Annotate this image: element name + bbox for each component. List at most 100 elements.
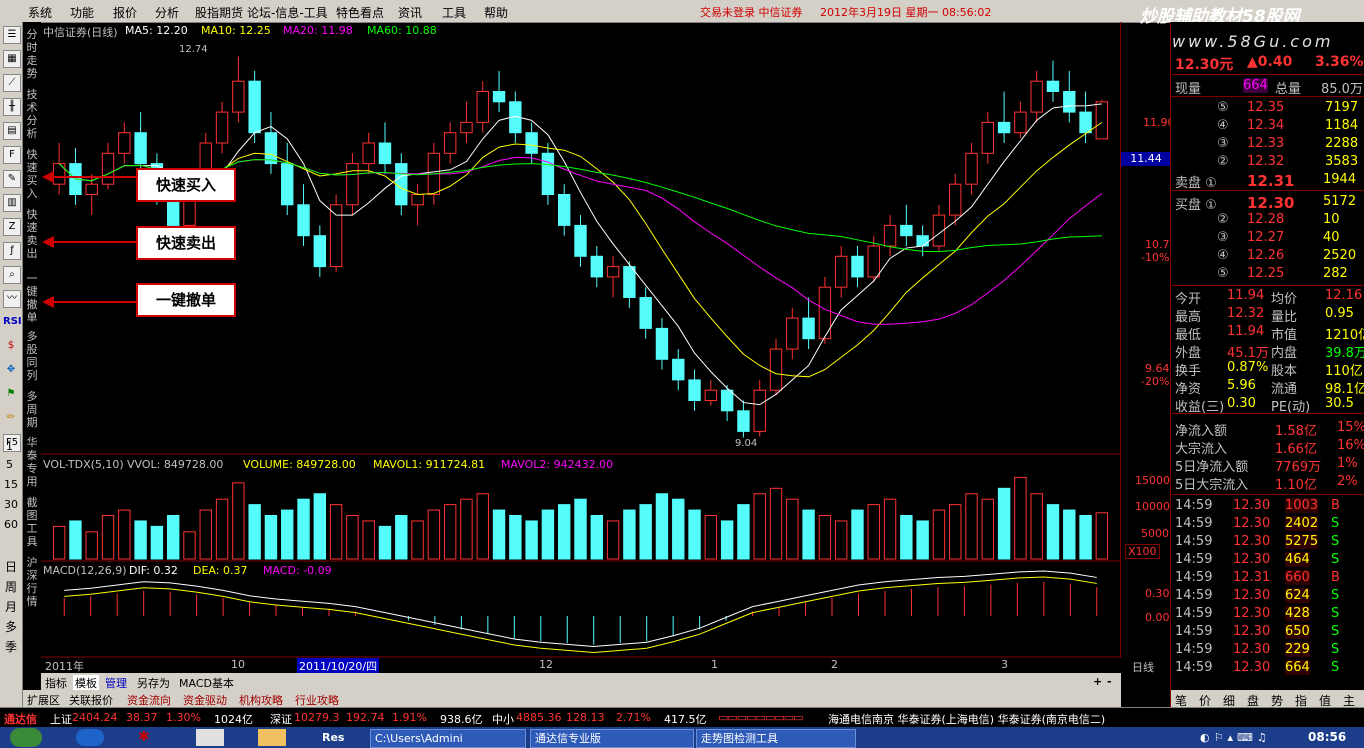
app-icon-1[interactable]	[76, 729, 104, 746]
tab-info-factory[interactable]: 资讯工场	[1123, 692, 1167, 708]
tab-indicator[interactable]: 指标	[45, 675, 67, 691]
period-15[interactable]: 15	[4, 478, 18, 491]
tray-icons[interactable]: ◐⚐▴⌨♫	[1200, 731, 1271, 744]
candle-body	[981, 121, 995, 154]
tab-related-quote[interactable]: 关联报价	[69, 692, 113, 708]
volume-bar	[101, 515, 115, 560]
period-1[interactable]: 1	[6, 440, 13, 453]
grid-icon[interactable]: ▦	[3, 50, 21, 68]
kline-chart[interactable]: 中信证券(日线) MA5: 12.20 MA10: 12.25 MA20: 11…	[41, 22, 1120, 658]
tab-industry[interactable]: 行业攻略	[295, 692, 339, 708]
tab-cancel-order[interactable]: 一键撤单	[25, 272, 39, 324]
candle-body	[346, 163, 359, 206]
list-icon[interactable]: ☰	[3, 26, 21, 44]
period-60[interactable]: 60	[4, 518, 18, 531]
period-quarter[interactable]: 季	[5, 638, 17, 655]
period-day[interactable]: 日	[5, 558, 17, 575]
candle-body	[476, 91, 489, 123]
period-5[interactable]: 5	[6, 458, 13, 471]
task-tdx[interactable]: 通达信专业版	[530, 729, 694, 748]
price-header: 12.30元 ▲0.40 3.36%	[1175, 54, 1364, 73]
stat-value: 11.94	[1227, 324, 1265, 339]
signal-bar-icon: ▭▭▭▭▭▭▭▭▭	[718, 711, 804, 724]
buy-price: 12.30	[1247, 194, 1295, 212]
plus-button[interactable]: +	[1093, 675, 1102, 688]
tab-capital-drive[interactable]: 资金驱动	[183, 692, 227, 708]
tab-intraday[interactable]: 分时走势	[25, 28, 39, 80]
tick-row: 14:59 12.30 428 S	[1175, 606, 1363, 624]
stat-row: 换手 0.87% 股本 110亿	[1175, 360, 1363, 379]
tab-manage[interactable]: 管理	[105, 675, 127, 691]
arrowhead-cancel-icon	[42, 296, 54, 308]
task-res[interactable]: Res	[318, 729, 368, 746]
task-explorer[interactable]: C:\Users\Admini	[370, 729, 526, 748]
volume-bar	[720, 520, 734, 560]
tab-macd-basic[interactable]: MACD基本	[179, 675, 234, 691]
candle-body	[1095, 101, 1109, 140]
stat-label: 股本	[1271, 364, 1298, 379]
volume-bar	[932, 509, 946, 560]
doc-icon[interactable]: ▥	[3, 194, 21, 212]
tab-quick-buy[interactable]: 快速买入	[25, 148, 39, 200]
menu-tools[interactable]: 工具	[442, 4, 466, 21]
tab-multi-stock[interactable]: 多股同列	[25, 330, 39, 382]
menu-help[interactable]: 帮助	[484, 4, 508, 21]
menu-forum[interactable]: 论坛-信息-工具	[247, 4, 328, 21]
menu-futures[interactable]: 股指期货	[195, 4, 243, 21]
total-vol-value: 85.0万	[1321, 82, 1363, 97]
tab-screenshot[interactable]: 截图工具	[25, 496, 39, 548]
menu-function[interactable]: 功能	[70, 4, 94, 21]
table-icon[interactable]: ▤	[3, 122, 21, 140]
menu-news[interactable]: 资讯	[398, 4, 422, 21]
tick-volume: 229	[1285, 642, 1310, 657]
tab-market[interactable]: 沪深行情	[25, 556, 39, 608]
wave-icon[interactable]: 〰	[3, 290, 21, 308]
app-icon-3[interactable]	[196, 729, 224, 746]
flag-icon[interactable]: ⚑	[3, 386, 19, 402]
login-status: 交易未登录 中信证券	[700, 6, 803, 19]
period-month[interactable]: 月	[5, 598, 17, 615]
stat-label: 换手	[1175, 364, 1202, 379]
ma10-label: MA10: 12.25	[201, 24, 271, 37]
line-chart-icon[interactable]: ⟋	[3, 74, 21, 92]
move-icon[interactable]: ✥	[3, 362, 19, 378]
zero-button[interactable]: 0	[1121, 675, 1129, 688]
period-label: 日线	[1132, 661, 1154, 674]
volume-bar	[997, 487, 1011, 560]
note-icon[interactable]: ✎	[3, 170, 21, 188]
money-icon[interactable]: $	[3, 338, 19, 354]
volume-bar	[916, 520, 929, 560]
volume-bar	[411, 520, 424, 560]
fx-icon[interactable]: ƒ	[3, 242, 21, 260]
stat-value: 1210亿	[1325, 328, 1364, 343]
tab-save-as[interactable]: 另存为	[137, 675, 170, 691]
app-icon-4[interactable]	[258, 729, 286, 746]
minus-button[interactable]: -	[1107, 675, 1112, 688]
menu-features[interactable]: 特色看点	[336, 4, 384, 21]
search-icon[interactable]: ⌕	[3, 266, 21, 284]
pencil-icon[interactable]: ✏	[3, 410, 19, 426]
f10-icon[interactable]: F	[3, 146, 21, 164]
tab-huatai[interactable]: 华泰专用	[25, 436, 39, 488]
tab-technical[interactable]: 技术分析	[25, 88, 39, 140]
menu-quote[interactable]: 报价	[113, 4, 137, 21]
stat-label: 今开	[1175, 292, 1202, 307]
period-30[interactable]: 30	[4, 498, 18, 511]
tab-institution[interactable]: 机构攻略	[239, 692, 283, 708]
rsi-icon[interactable]: RSI	[3, 314, 22, 330]
start-icon[interactable]	[10, 728, 42, 747]
period-week[interactable]: 周	[5, 578, 17, 595]
menu-analysis[interactable]: 分析	[155, 4, 179, 21]
volume-bar	[802, 509, 815, 560]
period-multi[interactable]: 多	[5, 618, 17, 635]
kline-icon[interactable]: ╫	[3, 98, 21, 116]
tab-template[interactable]: 模板	[73, 675, 99, 691]
tab-capital-flow[interactable]: 资金流向	[127, 692, 171, 708]
tab-multi-period[interactable]: 多周期	[25, 390, 39, 429]
fiz-icon[interactable]: Z	[3, 218, 21, 236]
menu-system[interactable]: 系统	[28, 4, 52, 21]
tab-extension[interactable]: 扩展区	[27, 692, 60, 708]
tab-quick-sell[interactable]: 快速卖出	[25, 208, 39, 260]
app-icon-2[interactable]: ✱	[138, 729, 166, 746]
task-tool[interactable]: 走势图检测工具	[696, 729, 856, 748]
